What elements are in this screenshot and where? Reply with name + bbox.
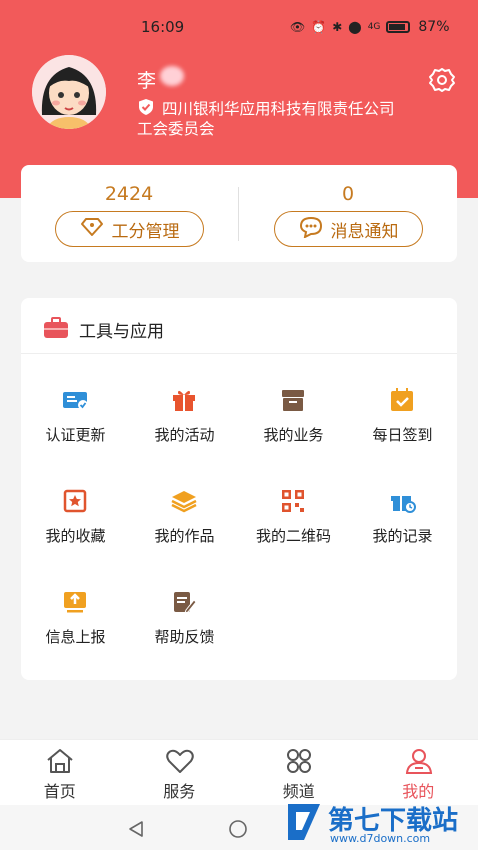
battery-icon (386, 21, 411, 33)
eye-icon: 👁 (290, 20, 306, 34)
tab-service[interactable]: 服务 (120, 740, 240, 806)
tool-my-favorites[interactable]: 我的收藏 (21, 487, 130, 567)
tool-label: 我的收藏 (45, 527, 106, 545)
tab-channel[interactable]: 频道 (239, 740, 359, 806)
name-redaction (160, 66, 184, 86)
tool-label: 我的业务 (263, 426, 324, 444)
tool-my-activities[interactable]: 我的活动 (130, 386, 239, 466)
grid-icon (284, 748, 314, 774)
signal-icon: 4G (367, 22, 381, 32)
tab-label: 频道 (282, 782, 315, 801)
alarm-icon: ⏰ (311, 20, 327, 34)
bottom-tab-bar: 首页 服务 频道 我的 (0, 739, 478, 805)
avatar[interactable] (32, 55, 106, 129)
tool-auth-update[interactable]: 认证更新 (21, 386, 130, 466)
gear-icon[interactable] (428, 66, 456, 94)
tab-label: 服务 (163, 782, 196, 801)
tool-label: 认证更新 (45, 426, 106, 444)
location-icon: ⬤ (348, 20, 362, 34)
archive-box-icon (279, 386, 307, 414)
messages-value: 0 (341, 183, 355, 205)
heart-icon (165, 748, 195, 774)
home-circle-icon[interactable] (228, 819, 248, 839)
status-bar: 16:09 👁 ⏰ ✱ ⬤ 4G 87% (0, 16, 478, 40)
tab-home[interactable]: 首页 (0, 740, 120, 806)
tab-label: 我的 (402, 782, 435, 801)
message-notification-button[interactable]: 消息通知 (274, 211, 423, 247)
star-frame-icon (61, 487, 89, 515)
watermark-logo-icon (284, 800, 324, 844)
tools-card: 工具与应用 认证更新 我的活动 我的业务 每日签到 我的收藏 我的作品 我的二维… (21, 298, 457, 680)
tool-my-records[interactable]: 我的记录 (348, 487, 457, 567)
chat-bubble-icon (299, 216, 323, 243)
tool-label: 每日签到 (372, 426, 433, 444)
gift-icon (170, 386, 198, 414)
upload-icon (61, 588, 89, 616)
tool-label: 信息上报 (45, 628, 106, 646)
verified-badge-icon (137, 98, 155, 116)
tool-daily-checkin[interactable]: 每日签到 (348, 386, 457, 466)
tool-label: 我的活动 (154, 426, 215, 444)
org-name-line2: 工会委员会 (137, 120, 215, 138)
tools-title: 工具与应用 (79, 322, 164, 342)
tool-my-business[interactable]: 我的业务 (239, 386, 348, 466)
qr-code-icon (279, 487, 307, 515)
id-card-icon (61, 386, 89, 414)
stats-divider (238, 187, 239, 241)
gift-clock-icon (388, 487, 416, 515)
tool-label: 帮助反馈 (154, 628, 215, 646)
tool-label: 我的记录 (372, 527, 433, 545)
stats-card: 2424 工分管理 0 消息通知 (21, 165, 457, 262)
home-icon (45, 748, 75, 774)
watermark-url: www.d7down.com (330, 832, 431, 845)
messages-button-label: 消息通知 (330, 221, 399, 242)
tool-label: 我的二维码 (255, 527, 331, 545)
layers-icon (170, 487, 198, 515)
tool-my-qrcode[interactable]: 我的二维码 (239, 487, 348, 567)
toolbox-icon (43, 317, 69, 339)
tab-label: 首页 (43, 782, 76, 801)
bluetooth-icon: ✱ (332, 20, 343, 34)
points-management-button[interactable]: 工分管理 (55, 211, 204, 247)
calendar-check-icon (388, 386, 416, 414)
points-button-label: 工分管理 (111, 221, 180, 242)
edit-doc-icon (170, 588, 198, 616)
tool-info-report[interactable]: 信息上报 (21, 588, 130, 668)
user-name: 李 (137, 70, 157, 92)
status-time: 16:09 (141, 18, 185, 36)
tool-label: 我的作品 (154, 527, 215, 545)
tools-header: 工具与应用 (21, 298, 457, 354)
tool-help-feedback[interactable]: 帮助反馈 (130, 588, 239, 668)
tool-my-works[interactable]: 我的作品 (130, 487, 239, 567)
org-name-line1: 四川银利华应用科技有限责任公司 (162, 100, 395, 118)
points-value: 2424 (104, 183, 154, 205)
diamond-icon (80, 217, 104, 242)
battery-percent: 87% (418, 19, 450, 35)
back-icon[interactable] (126, 819, 146, 839)
user-icon (404, 748, 434, 774)
status-icons: 👁 ⏰ ✱ ⬤ 4G 87% (290, 19, 450, 35)
tab-mine[interactable]: 我的 (359, 740, 478, 806)
